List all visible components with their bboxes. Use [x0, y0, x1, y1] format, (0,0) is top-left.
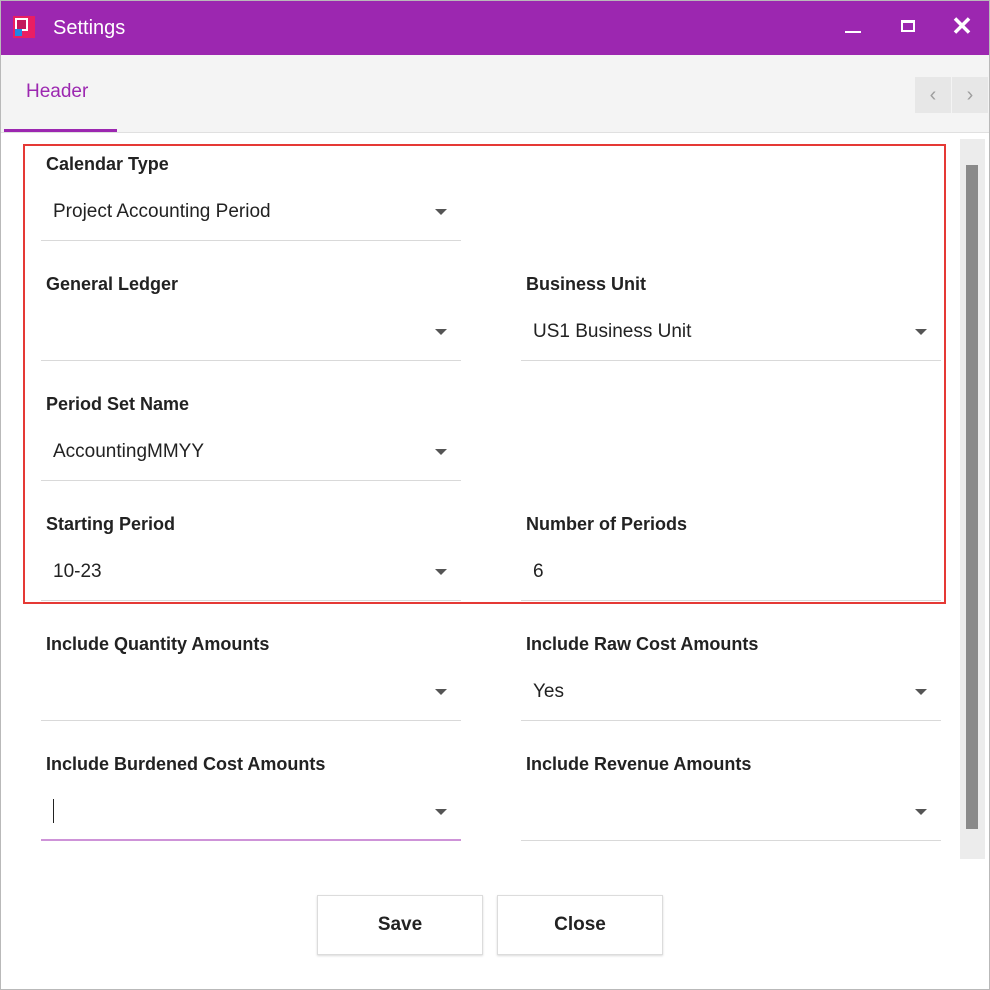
maximize-icon: [901, 20, 915, 32]
include-revenue-amounts-label: Include Revenue Amounts: [526, 754, 752, 774]
tab-scroll-left-button[interactable]: ‹: [915, 77, 951, 113]
close-icon: ✕: [951, 11, 973, 41]
caret-down-icon: [435, 449, 447, 455]
general-ledger-select[interactable]: [41, 301, 461, 361]
tab-scroll-right-button[interactable]: ›: [952, 77, 988, 113]
caret-down-icon: [435, 569, 447, 575]
business-unit-value: US1 Business Unit: [533, 321, 692, 342]
caret-down-icon: [435, 209, 447, 215]
minimize-icon: [845, 31, 861, 33]
title-bar: Settings ✕: [1, 1, 989, 55]
starting-period-label: Starting Period: [46, 514, 176, 534]
scrollbar-thumb[interactable]: [966, 165, 978, 829]
save-button[interactable]: Save: [317, 895, 483, 955]
include-quantity-amounts-label: Include Quantity Amounts: [46, 634, 270, 654]
include-raw-cost-amounts-label: Include Raw Cost Amounts: [526, 634, 759, 654]
form-content: Calendar Type Project Accounting Period …: [1, 133, 989, 865]
number-of-periods-label: Number of Periods: [526, 514, 688, 534]
business-unit-label: Business Unit: [526, 274, 647, 294]
tab-bar: Header ‹ ›: [1, 55, 989, 133]
caret-down-icon: [915, 689, 927, 695]
maximize-button[interactable]: [881, 1, 935, 55]
caret-down-icon: [915, 809, 927, 815]
business-unit-select[interactable]: US1 Business Unit: [521, 301, 941, 361]
close-window-button[interactable]: ✕: [935, 1, 989, 55]
active-tab-indicator: [4, 129, 117, 132]
close-button[interactable]: Close: [497, 895, 663, 955]
tab-header-label: Header: [26, 81, 89, 102]
include-burdened-cost-amounts-label: Include Burdened Cost Amounts: [46, 754, 326, 774]
minimize-button[interactable]: [827, 1, 881, 55]
settings-window: Settings ✕ Header ‹ › Calendar Type Proj…: [0, 0, 990, 990]
chevron-left-icon: ‹: [929, 84, 937, 106]
caret-down-icon: [435, 329, 447, 335]
caret-down-icon: [435, 689, 447, 695]
chevron-right-icon: ›: [966, 84, 974, 106]
calendar-type-label: Calendar Type: [46, 154, 169, 174]
general-ledger-label: General Ledger: [46, 274, 179, 294]
include-burdened-cost-amounts-select[interactable]: [41, 781, 461, 841]
include-quantity-amounts-select[interactable]: [41, 661, 461, 721]
starting-period-select[interactable]: 10-23: [41, 541, 461, 601]
tab-header[interactable]: Header: [4, 55, 117, 132]
vertical-scrollbar[interactable]: [960, 139, 985, 859]
period-set-name-select[interactable]: AccountingMMYY: [41, 421, 461, 481]
caret-down-icon: [915, 329, 927, 335]
calendar-type-value: Project Accounting Period: [53, 201, 271, 222]
caret-down-icon: [435, 809, 447, 815]
include-revenue-amounts-select[interactable]: [521, 781, 941, 841]
starting-period-value: 10-23: [53, 561, 102, 582]
number-of-periods-input[interactable]: 6: [521, 541, 941, 601]
include-raw-cost-amounts-value: Yes: [533, 681, 564, 702]
window-title: Settings: [53, 17, 126, 39]
period-set-name-label: Period Set Name: [46, 394, 190, 414]
text-cursor: [53, 799, 54, 823]
footer: Save Close: [1, 865, 989, 989]
include-raw-cost-amounts-select[interactable]: Yes: [521, 661, 941, 721]
app-icon: [13, 16, 35, 38]
number-of-periods-value: 6: [533, 561, 544, 582]
calendar-type-select[interactable]: Project Accounting Period: [41, 181, 461, 241]
period-set-name-value: AccountingMMYY: [53, 441, 205, 462]
